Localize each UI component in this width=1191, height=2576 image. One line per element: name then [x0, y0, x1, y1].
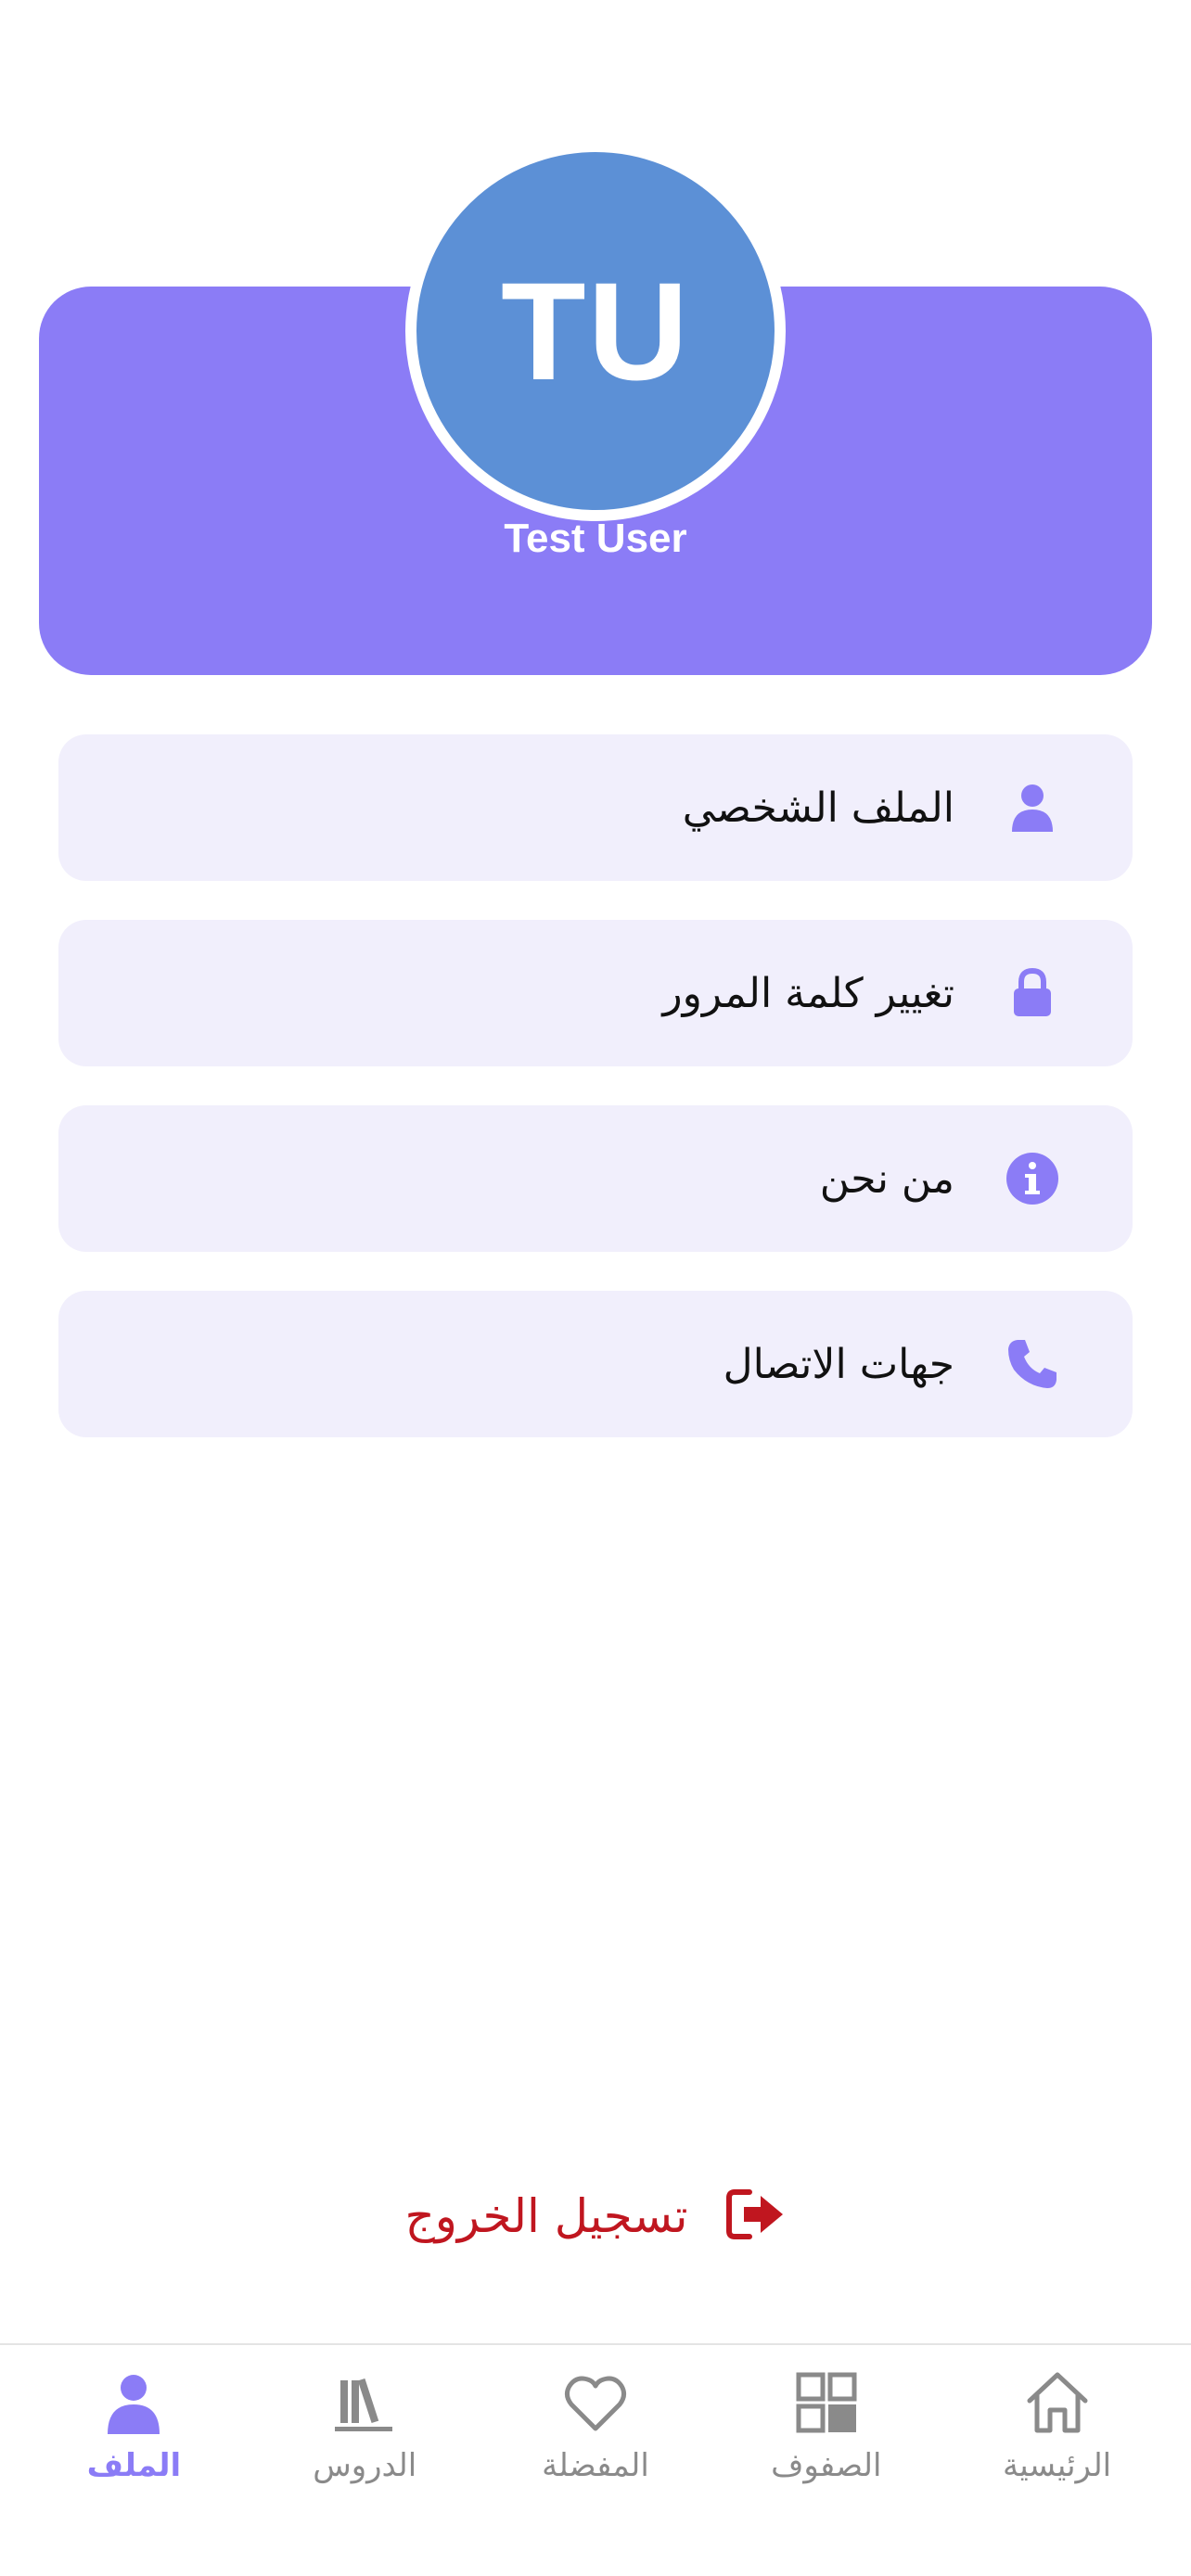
logout-icon	[725, 2187, 787, 2246]
settings-menu: الملف الشخصي تغيير كلمة المرور من نحن جه…	[58, 734, 1133, 1476]
menu-item-contacts[interactable]: جهات الاتصال	[58, 1291, 1133, 1437]
nav-item-profile[interactable]: الملف	[27, 2364, 240, 2576]
nav-label: الرئيسية	[1003, 2447, 1112, 2484]
info-icon	[1005, 1151, 1060, 1206]
lock-icon	[1005, 965, 1060, 1021]
home-icon	[1024, 2364, 1091, 2436]
person-icon	[100, 2364, 167, 2436]
bottom-nav: الملف الدروس المفضلة الصفوف الرئيسية	[0, 2343, 1191, 2576]
nav-item-classes[interactable]: الصفوف	[720, 2364, 933, 2576]
nav-label: الدروس	[313, 2447, 417, 2484]
nav-item-home[interactable]: الرئيسية	[951, 2364, 1164, 2576]
menu-item-label: من نحن	[819, 1154, 954, 1203]
menu-item-label: الملف الشخصي	[682, 784, 954, 832]
avatar-initials: TU	[501, 252, 690, 409]
nav-item-lessons[interactable]: الدروس	[258, 2364, 471, 2576]
user-name: Test User	[504, 516, 687, 561]
nav-item-favorites[interactable]: المفضلة	[489, 2364, 702, 2576]
books-icon	[331, 2364, 398, 2436]
heart-icon	[562, 2364, 629, 2436]
grid-icon	[793, 2364, 860, 2436]
nav-label: المفضلة	[542, 2447, 649, 2484]
menu-item-profile[interactable]: الملف الشخصي	[58, 734, 1133, 881]
menu-item-label: تغيير كلمة المرور	[662, 969, 954, 1017]
menu-item-about-us[interactable]: من نحن	[58, 1105, 1133, 1252]
phone-icon	[1005, 1336, 1060, 1392]
profile-screen: TU Test User الملف الشخصي تغيير كلمة الم…	[0, 0, 1191, 2576]
nav-label: الملف	[86, 2447, 182, 2484]
menu-item-label: جهات الاتصال	[723, 1340, 954, 1388]
avatar: TU	[405, 141, 786, 521]
nav-label: الصفوف	[771, 2447, 882, 2484]
logout-label: تسجيل الخروج	[404, 2189, 688, 2243]
logout-button[interactable]: تسجيل الخروج	[0, 2179, 1191, 2253]
menu-item-change-password[interactable]: تغيير كلمة المرور	[58, 920, 1133, 1066]
person-icon	[1005, 780, 1060, 835]
